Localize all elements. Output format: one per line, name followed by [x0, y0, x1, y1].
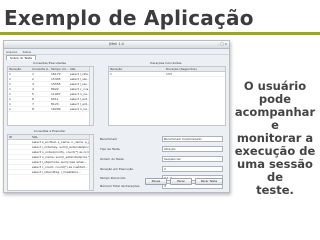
cell: 1 [32, 72, 34, 76]
window-titlebar[interactable]: JMeli 1.0 - □ x [4, 41, 229, 49]
cell: select n_name, sum(l_extendedprice *... [32, 155, 90, 159]
test-type-field[interactable]: Atração [162, 146, 223, 152]
table-row[interactable]: 1 133 [109, 72, 225, 77]
window-title: JMeli 1.0 [109, 42, 124, 46]
column-header[interactable]: Consulta (I... [31, 67, 50, 71]
cell: select l_returnflag, l_linestatus... [32, 170, 81, 174]
cell: 1 [9, 72, 11, 76]
cell: select o_orderpriority, count(*) as ord.… [32, 150, 90, 154]
column-header[interactable]: Iteração [109, 67, 165, 71]
cell: 1 [110, 72, 112, 76]
cell: select n_na... [70, 92, 90, 96]
menu-item-arquivo[interactable]: Arquivo [6, 50, 17, 54]
cell: 8124 [51, 102, 59, 106]
pause-button[interactable]: Pausa [145, 178, 167, 185]
cell: 1 [9, 87, 11, 91]
executed-queries-table: Iteração Consulta (I... Tempo (m... SQL … [7, 66, 94, 126]
stop-button[interactable]: Parar [170, 178, 192, 185]
cell: 16179 [51, 72, 61, 76]
cell: select s_acctbal, s_name, n_name, p_part… [32, 140, 90, 144]
column-header[interactable]: Duração (Segundos) [165, 67, 221, 71]
cell: select l_retu... [70, 72, 90, 76]
cell: select l_sal... [70, 77, 90, 81]
description-line: teste. [256, 183, 294, 197]
menu-item-sobre[interactable]: Sobre [22, 50, 31, 54]
slide-title: Exemplo de Aplicação [4, 6, 254, 30]
queries-panel-title: Consultas a Executar [33, 129, 66, 133]
cell: select l_sal... [70, 82, 90, 86]
test-order-field[interactable]: Sequencial [162, 156, 223, 162]
benchmark-label: Benchmark [100, 137, 118, 141]
benchmark-field[interactable]: Benchmark Customizado [162, 136, 223, 142]
cell: 16209 [51, 107, 61, 111]
elapsed-time-label: Tempo Decorrido [100, 176, 126, 180]
scrollbar[interactable] [89, 67, 93, 125]
column-header[interactable]: Iteração [8, 67, 31, 71]
cell: 4 [32, 87, 34, 91]
tab-bar: Sobre do Teste [4, 55, 229, 60]
cell: 11907 [51, 92, 61, 96]
cell: 1 [9, 82, 11, 86]
app-window: JMeli 1.0 - □ x Arquivo Sobre Sobre do T… [3, 40, 230, 193]
column-header[interactable]: SQL [31, 135, 90, 139]
description-line: acompanhar e [234, 105, 316, 132]
finished-panel-title: Iterações Concluídas [150, 61, 182, 65]
cell: 2 [32, 77, 34, 81]
cell: 15555 [51, 82, 61, 86]
cell: 3 [32, 82, 34, 86]
cell: 1 [9, 102, 11, 106]
table-row[interactable]: 1 8 16209 select n_na... [8, 107, 93, 112]
table-row[interactable]: select l_returnflag, l_linestatus... [8, 170, 93, 175]
cell: 7 [32, 102, 34, 106]
test-type-label: Tipo de Teste [100, 147, 120, 151]
finished-iterations-table: Iteração Duração (Segundos) 1 133 [108, 66, 226, 126]
cell: 133 [166, 72, 172, 76]
cell: 1 [9, 92, 11, 96]
window-controls[interactable]: - □ x [218, 42, 227, 46]
cell: select l_shipmode, sum(case when... [32, 160, 88, 164]
cell: 8 [32, 107, 34, 111]
cell: select n_na... [70, 107, 90, 111]
total-iterations-label: Número Total de Iterações [100, 184, 140, 188]
description-line: O usuário pode [243, 79, 307, 106]
cell: 5 [32, 92, 34, 96]
cell: select c_cus... [70, 87, 90, 91]
cell: select c_count, count(*) as custdist... [32, 165, 88, 169]
column-header[interactable]: Tempo (m... [50, 67, 69, 71]
scrollbar[interactable] [89, 135, 93, 190]
slide-description: O usuário pode acompanhar e monitorar a … [230, 80, 320, 197]
cell: select l_ext... [70, 97, 90, 101]
queries-to-run-table: ID SQL select s_acctbal, s_name, n_name,… [7, 134, 94, 191]
cell: 8022 [51, 87, 59, 91]
cell: 1 [9, 77, 11, 81]
description-line: uma sessão de [237, 157, 313, 184]
title-underline [0, 32, 320, 35]
current-iteration-field[interactable]: 2 [162, 166, 223, 172]
cell: 1 [9, 97, 11, 101]
cell: select l_orderkey, sum(l_extendedprice..… [32, 145, 90, 149]
cell: 15445 [51, 77, 61, 81]
stop-test-button[interactable]: Parar Teste [195, 178, 223, 185]
executed-panel-title: Consultas Executadas [33, 61, 66, 65]
cell: select l_ext... [70, 102, 90, 106]
tab-sobre-do-teste[interactable]: Sobre do Teste [6, 55, 37, 60]
column-header[interactable]: SQL [69, 67, 90, 71]
cell: 6011 [51, 97, 59, 101]
column-header[interactable]: ID [8, 135, 31, 139]
test-order-label: Ordem do Teste [100, 157, 124, 161]
cell: 1 [9, 107, 11, 111]
cell: 6 [32, 97, 34, 101]
current-iteration-label: Iteração em Execução [100, 167, 134, 171]
